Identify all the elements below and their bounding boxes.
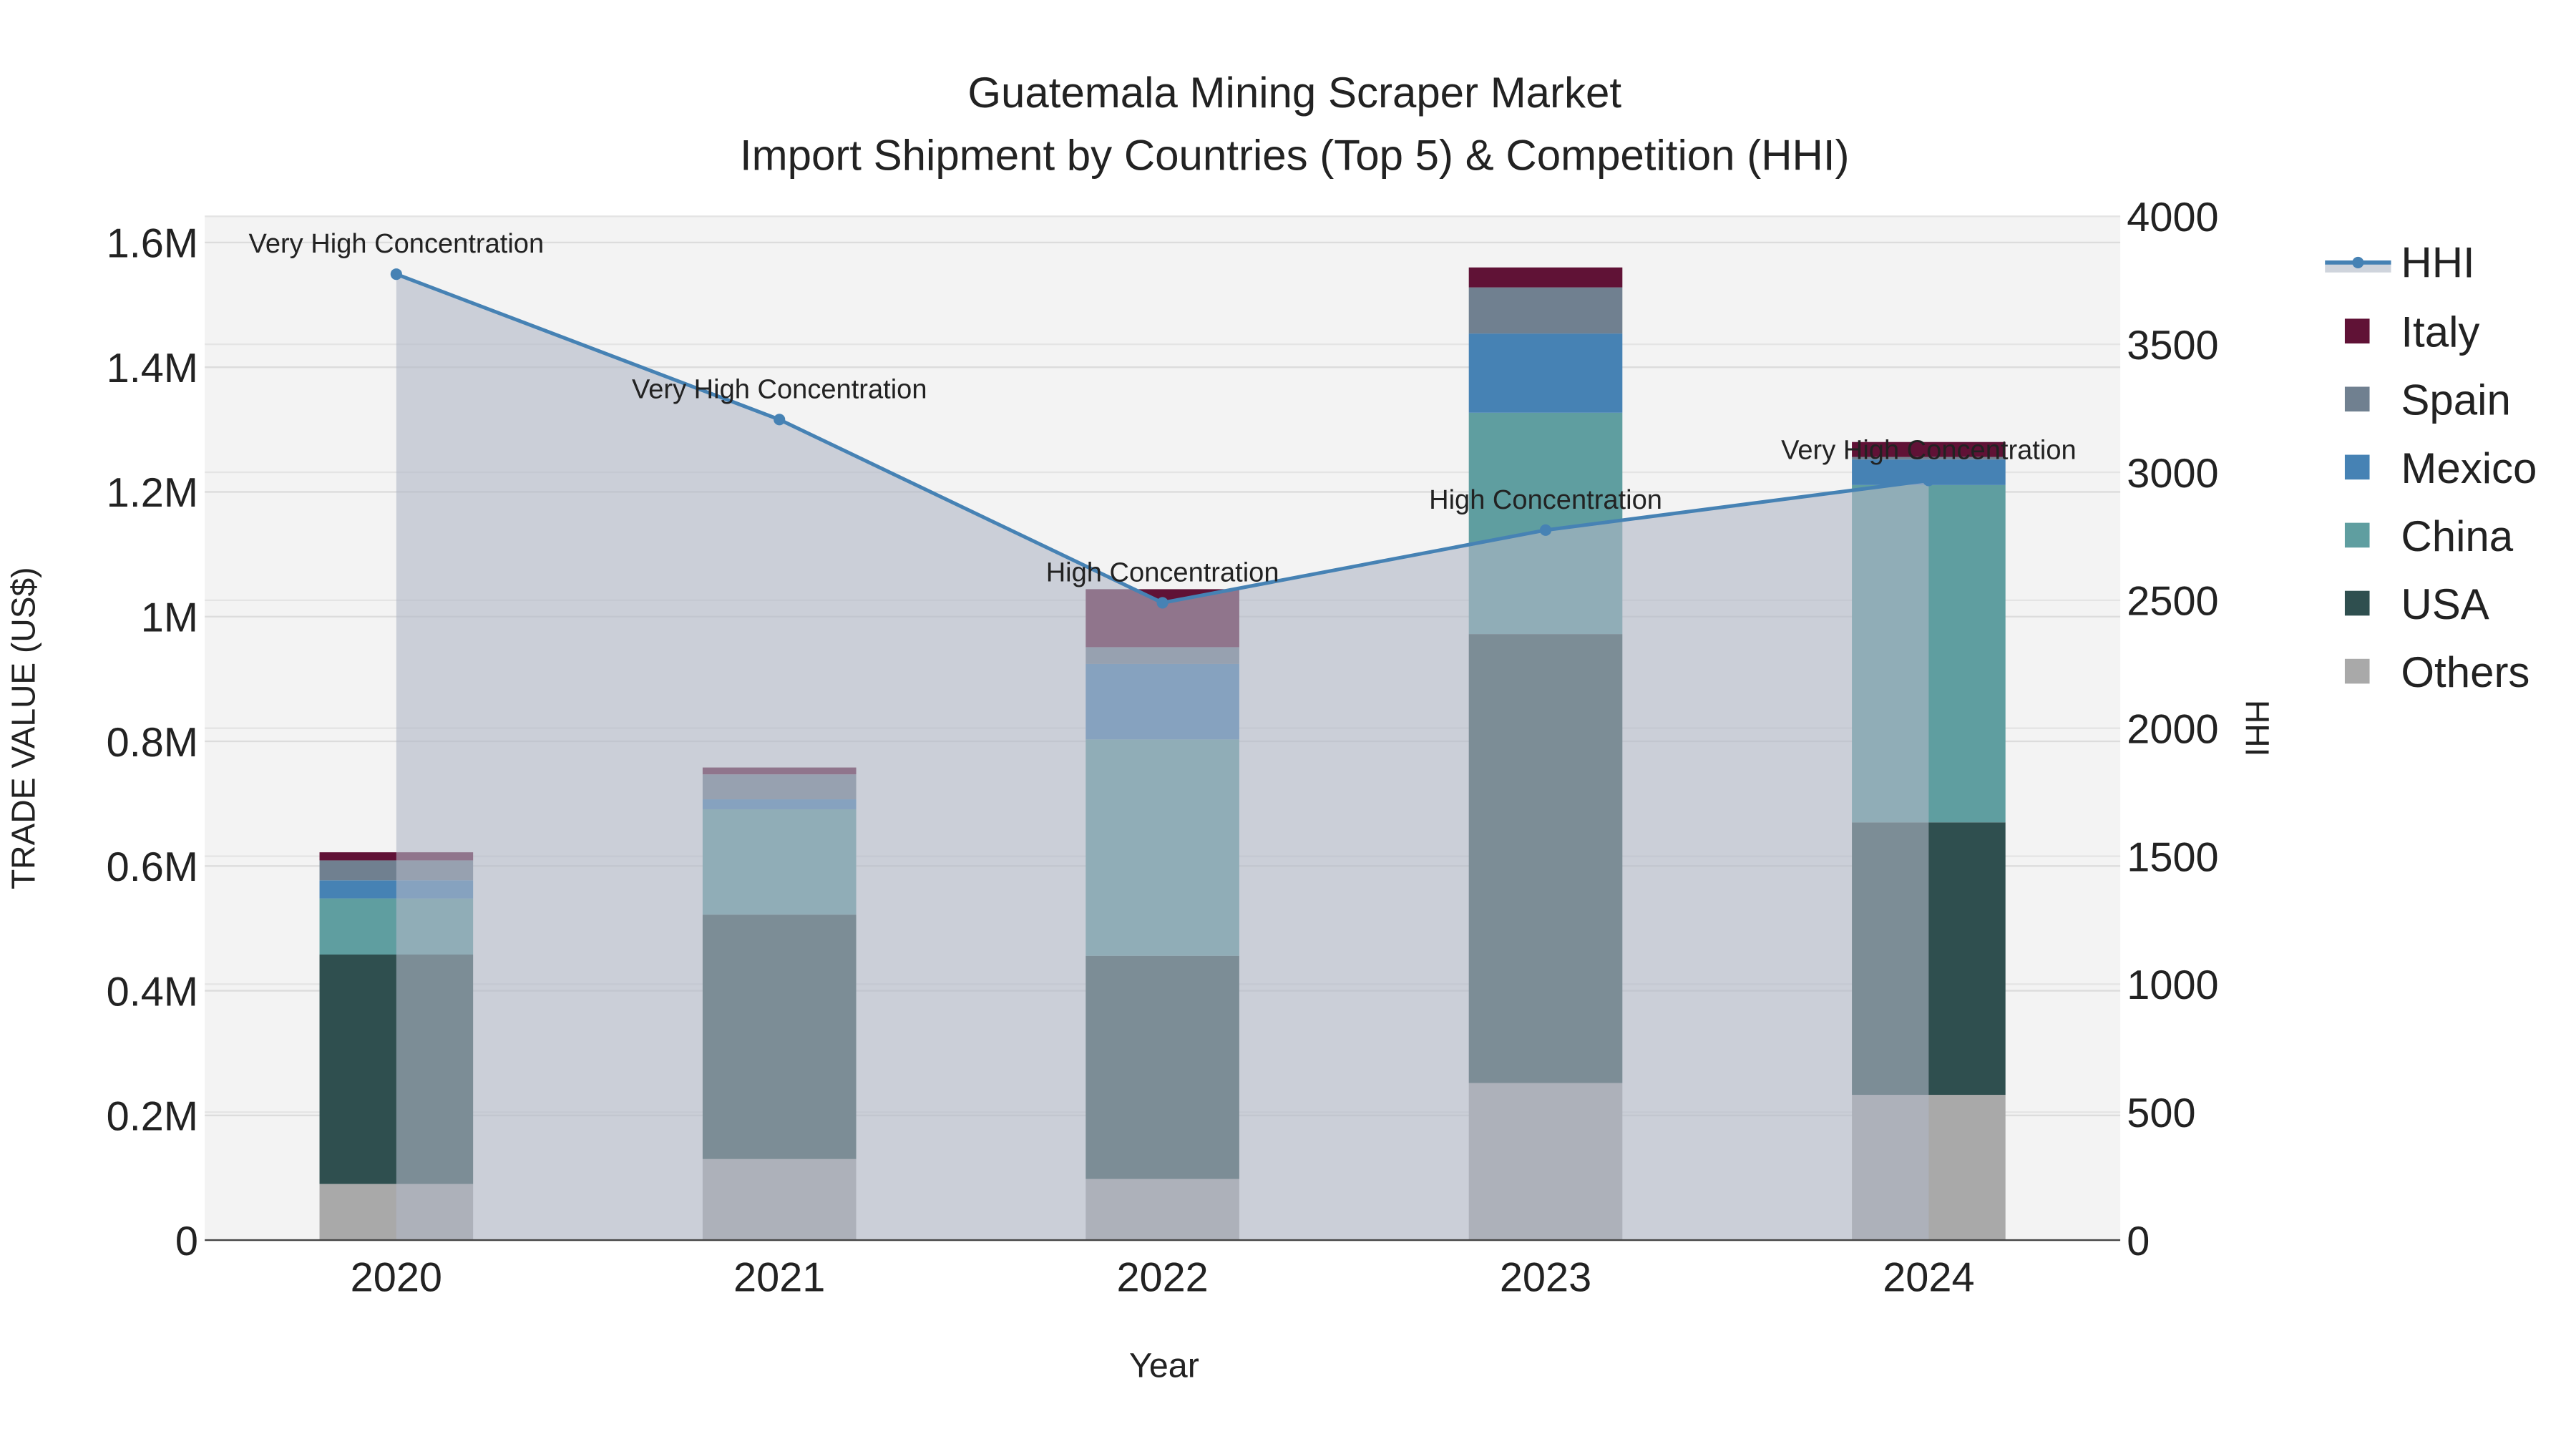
legend-swatch-hhi-marker: [2352, 256, 2364, 268]
hhi-annotation: Very High Concentration: [249, 229, 545, 259]
y-tick-label: 0.8M: [107, 720, 198, 766]
bar-mexico-2023: [1468, 333, 1623, 413]
y-tick-label: 0.2M: [107, 1094, 198, 1140]
legend-swatch-usa: [2344, 590, 2370, 616]
y2-tick-label: 2000: [2127, 706, 2218, 752]
x-axis-title: Year: [1129, 1347, 1199, 1385]
bar-spain-2023: [1468, 287, 1623, 334]
legend-label-china: China: [2401, 512, 2513, 560]
y2-tick-label: 1000: [2127, 962, 2218, 1008]
y-tick-label: 1M: [141, 595, 198, 640]
chart-title: Guatemala Mining Scraper Market: [967, 69, 1621, 117]
legend-swatch-italy: [2344, 318, 2370, 343]
legend-label-spain: Spain: [2401, 376, 2510, 424]
hhi-point: [390, 268, 402, 280]
y-tick-label: 1.6M: [107, 221, 198, 267]
legend-swatch-others: [2344, 658, 2370, 684]
hhi-annotation: High Concentration: [1046, 557, 1279, 587]
hhi-annotation: High Concentration: [1429, 485, 1662, 515]
legend-label-italy: Italy: [2401, 308, 2479, 356]
y2-tick-label: 4000: [2127, 195, 2218, 240]
hhi-point: [774, 414, 786, 426]
y2-tick-label: 3000: [2127, 451, 2218, 497]
y-tick-label: 1.2M: [107, 470, 198, 516]
y2-tick-label: 0: [2127, 1219, 2150, 1264]
legend-label-usa: USA: [2401, 580, 2489, 628]
y2-tick-label: 2500: [2127, 579, 2218, 625]
hhi-point: [1156, 597, 1169, 609]
y-tick-label: 0.4M: [107, 969, 198, 1015]
hhi-point: [1539, 524, 1552, 536]
bar-italy-2023: [1468, 267, 1623, 288]
y2-axis-ticks: 0 500 1000 1500 2000 2500 3000 3500 4000: [2127, 195, 2218, 1264]
legend-label-others: Others: [2401, 648, 2529, 696]
y-tick-label: 1.4M: [107, 346, 198, 391]
legend-swatch-china: [2344, 522, 2370, 548]
x-tick-label: 2020: [351, 1255, 442, 1301]
hhi-point: [1923, 474, 1935, 487]
legend-swatch-mexico: [2344, 454, 2370, 480]
x-axis-ticks: 2020 2021 2022 2023 2024: [351, 1255, 1975, 1301]
y-axis-ticks: 0 0.2M 0.4M 0.6M 0.8M 1M 1.2M 1.4M 1.6M: [107, 221, 198, 1264]
y-tick-label: 0.6M: [107, 844, 198, 890]
hhi-annotation: Very High Concentration: [1781, 435, 2077, 465]
x-tick-label: 2024: [1883, 1255, 1974, 1301]
x-tick-label: 2022: [1116, 1255, 1208, 1301]
y-tick-label: 0: [175, 1219, 198, 1264]
hhi-annotation: Very High Concentration: [632, 374, 927, 404]
y2-tick-label: 500: [2127, 1091, 2195, 1136]
x-tick-label: 2021: [733, 1255, 825, 1301]
chart: Very High Concentration Very High Concent…: [4, 69, 2537, 1385]
y2-tick-label: 1500: [2127, 834, 2218, 880]
legend: HHI Italy Spain Mexico China USA Others: [2325, 239, 2537, 696]
y2-axis-title: HHI: [2238, 700, 2275, 756]
legend-label-hhi: HHI: [2401, 239, 2474, 287]
chart-subtitle: Import Shipment by Countries (Top 5) & C…: [740, 132, 1850, 180]
x-tick-label: 2023: [1500, 1255, 1591, 1301]
y2-tick-label: 3500: [2127, 323, 2218, 369]
legend-swatch-spain: [2344, 386, 2370, 412]
legend-label-mexico: Mexico: [2401, 444, 2537, 492]
y-axis-title: TRADE VALUE (US$): [4, 567, 42, 889]
